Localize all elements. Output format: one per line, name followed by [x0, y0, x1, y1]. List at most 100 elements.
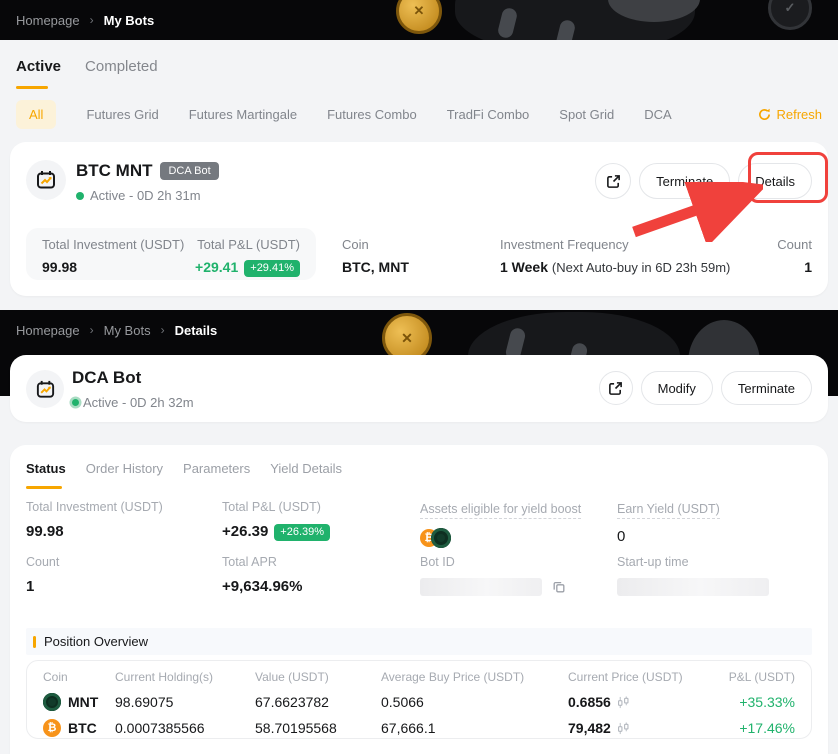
active-tab-underline	[16, 86, 48, 89]
bot-card: BTC MNT DCA Bot Active - 0D 2h 31m Termi…	[10, 142, 828, 296]
total-pnl-value: +26.39+26.39%	[222, 523, 330, 541]
bot-status: Active - 0D 2h 32m	[72, 395, 194, 410]
bot-status: Active - 0D 2h 31m	[76, 188, 201, 203]
filter-futures-martingale[interactable]: Futures Martingale	[189, 107, 297, 122]
yield-boost-stat: Assets eligible for yield boost ₿	[420, 500, 581, 548]
breadcrumb-separator: ›	[161, 323, 165, 337]
dca-bot-icon	[26, 370, 64, 408]
bot-id-redacted-value	[420, 578, 542, 596]
modify-button[interactable]: Modify	[641, 371, 713, 405]
candlestick-chart-icon[interactable]	[617, 722, 630, 735]
position-overview-header: Position Overview	[26, 628, 812, 655]
col-pnl: P&L (USDT)	[728, 670, 795, 684]
filter-tradfi-combo[interactable]: TradFi Combo	[447, 107, 530, 122]
tab-order-history[interactable]: Order History	[86, 461, 163, 476]
candlestick-chart-icon[interactable]	[617, 696, 630, 709]
filter-dca[interactable]: DCA	[644, 107, 671, 122]
bot-id-value-row	[420, 578, 566, 596]
coin-name: BTC	[68, 720, 97, 736]
total-investment-value: 99.98	[42, 259, 184, 275]
filter-all[interactable]: All	[16, 100, 56, 129]
current-price: 79,482	[568, 720, 611, 736]
tab-active[interactable]: Active	[16, 58, 61, 75]
breadcrumb-my-bots: My Bots	[104, 13, 155, 28]
refresh-button[interactable]: Refresh	[758, 107, 822, 122]
filter-futures-combo[interactable]: Futures Combo	[327, 107, 417, 122]
holding-cell: 98.69075	[115, 694, 255, 710]
details-tabs: Status Order History Parameters Yield De…	[26, 461, 342, 476]
startup-time-redacted-value	[617, 578, 769, 596]
total-investment-stat: Total Investment (USDT) 99.98	[42, 237, 184, 271]
tab-yield-details[interactable]: Yield Details	[270, 461, 342, 476]
copy-icon[interactable]	[552, 580, 566, 594]
bot-type-badge: DCA Bot	[160, 162, 218, 180]
count-stat: Count 1	[777, 237, 812, 275]
share-button[interactable]	[599, 371, 633, 405]
earn-yield-stat: Earn Yield (USDT) 0	[617, 500, 720, 545]
my-bots-page: ✕ ✓ Homepage › My Bots Active Completed …	[0, 0, 838, 754]
calendar-chart-icon	[35, 379, 56, 400]
terminate-button[interactable]: Terminate	[639, 163, 730, 199]
total-investment-stat: Total Investment (USDT) 99.98	[26, 500, 163, 540]
yield-boost-label[interactable]: Assets eligible for yield boost	[420, 502, 581, 519]
pnl-cell: +35.33%	[728, 694, 795, 710]
total-apr-value: +9,634.96%	[222, 578, 303, 595]
breadcrumb-homepage[interactable]: Homepage	[16, 13, 80, 28]
current-price: 0.6856	[568, 694, 611, 710]
filter-spot-grid[interactable]: Spot Grid	[559, 107, 614, 122]
total-pnl-stat: Total P&L (USDT) +29.41+29.41%	[195, 237, 300, 271]
bot-state-tabs: Active Completed	[16, 58, 158, 75]
frequency-value: 1 Week (Next Auto-buy in 6D 23h 59m)	[500, 259, 730, 275]
startup-time-label: Start-up time	[617, 555, 769, 569]
breadcrumb-homepage[interactable]: Homepage	[16, 323, 80, 338]
gold-coin-icon: ✕	[396, 0, 442, 34]
details-button[interactable]: Details	[738, 163, 812, 199]
yield-boost-assets: ₿	[420, 528, 581, 548]
pnl-percent-badge: +26.39%	[274, 524, 330, 541]
share-button[interactable]	[595, 163, 631, 199]
dca-bot-icon	[26, 160, 66, 200]
count-label: Count	[26, 555, 59, 569]
status-text: Active - 0D 2h 32m	[83, 395, 194, 410]
tab-status[interactable]: Status	[26, 461, 66, 476]
frequency-amount: 1 Week	[500, 259, 548, 275]
total-pnl-stat: Total P&L (USDT) +26.39+26.39%	[222, 500, 330, 541]
breadcrumb-separator: ›	[90, 323, 94, 337]
total-pnl-label: Total P&L (USDT)	[222, 500, 330, 514]
coin-value: BTC, MNT	[342, 259, 409, 275]
bot-title: DCA Bot	[72, 368, 141, 388]
count-label: Count	[777, 237, 812, 252]
bot-id-label: Bot ID	[420, 555, 566, 569]
startup-time-stat: Start-up time	[617, 555, 769, 596]
breadcrumb-details: Details	[175, 323, 218, 338]
filter-futures-grid[interactable]: Futures Grid	[86, 107, 158, 122]
bot-pair-title: BTC MNT	[76, 161, 152, 181]
earn-yield-label[interactable]: Earn Yield (USDT)	[617, 502, 720, 519]
pnl-amount: +29.41	[195, 259, 238, 275]
refresh-label: Refresh	[776, 107, 822, 122]
current-price-cell: 79,482	[568, 720, 728, 736]
coin-glyph: ✓	[785, 0, 796, 16]
tab-completed[interactable]: Completed	[85, 58, 158, 75]
terminate-button[interactable]: Terminate	[721, 371, 812, 405]
status-text: Active - 0D 2h 31m	[90, 188, 201, 203]
details-card-actions: Modify Terminate	[599, 371, 812, 405]
details-header-card: DCA Bot Active - 0D 2h 32m Modify Termin…	[10, 355, 828, 422]
breadcrumb-separator: ›	[90, 13, 94, 27]
breadcrumb: Homepage › My Bots	[16, 0, 154, 40]
total-pnl-label: Total P&L (USDT)	[195, 237, 300, 252]
frequency-stat: Investment Frequency 1 Week (Next Auto-b…	[500, 237, 730, 275]
col-value: Value (USDT)	[255, 670, 381, 684]
coin-label: Coin	[342, 237, 409, 252]
investment-pnl-box: Total Investment (USDT) 99.98 Total P&L …	[26, 228, 316, 280]
coin-glyph: ✕	[414, 3, 425, 19]
tab-parameters[interactable]: Parameters	[183, 461, 250, 476]
count-stat: Count 1	[26, 555, 59, 595]
coin-stat: Coin BTC, MNT	[342, 237, 409, 275]
refresh-icon	[758, 108, 771, 121]
breadcrumb-my-bots[interactable]: My Bots	[104, 323, 151, 338]
mnt-coin-icon	[43, 693, 61, 711]
external-link-icon	[608, 381, 623, 396]
coin-glyph: ✕	[401, 330, 413, 347]
frequency-label: Investment Frequency	[500, 237, 730, 252]
